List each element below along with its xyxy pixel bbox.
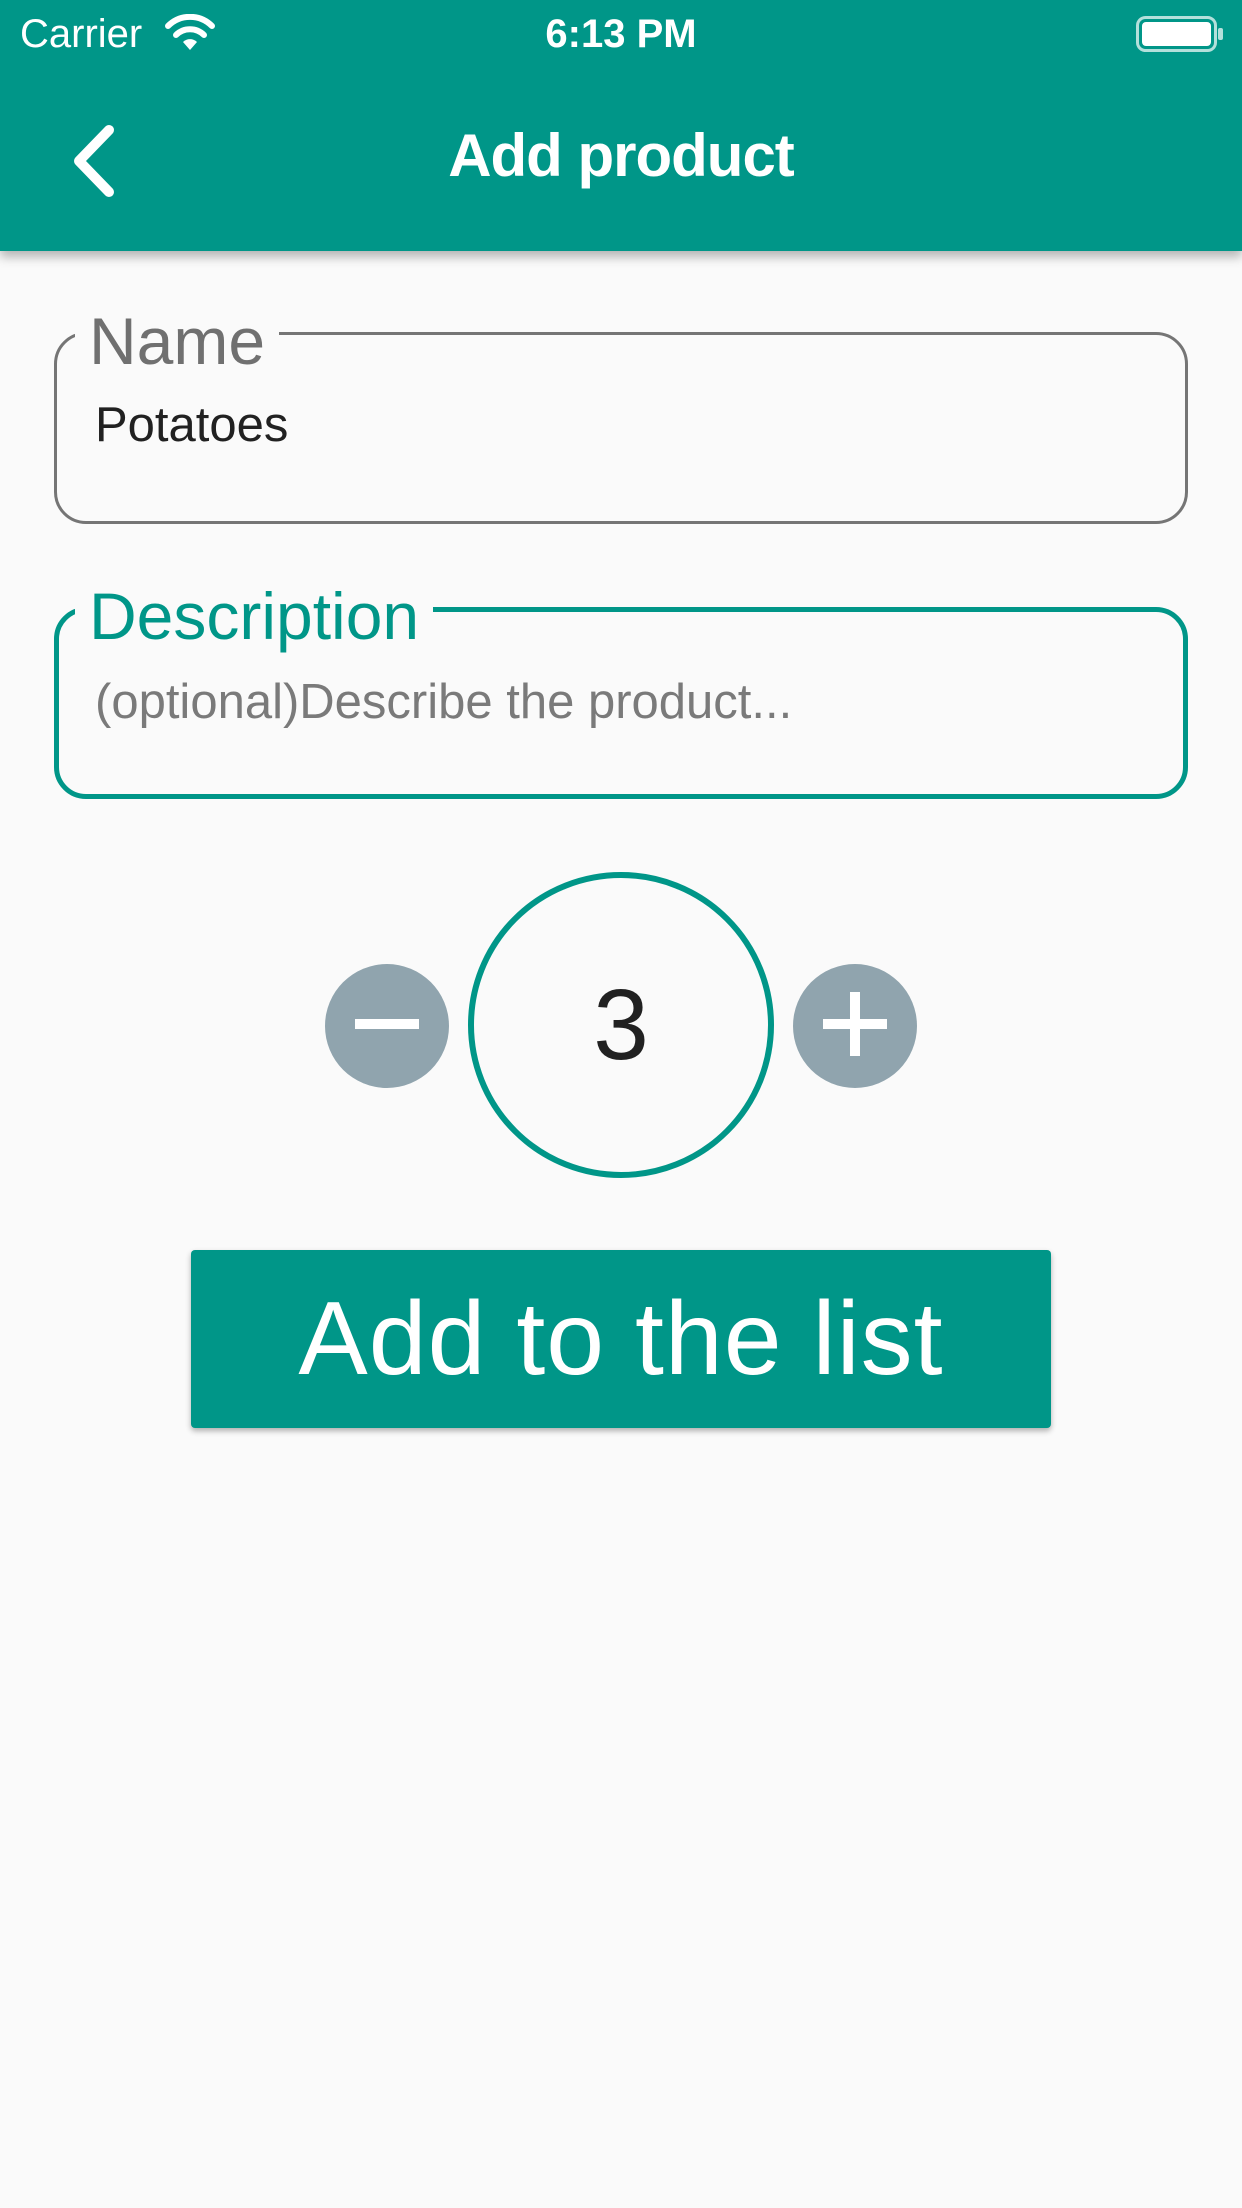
add-product-screen: Carrier 6:13 PM Add product Name Potatoe… [0,0,1242,2208]
name-field[interactable]: Name Potatoes [54,305,1188,524]
description-input[interactable] [95,672,1155,732]
battery-full-icon [1136,16,1224,52]
quantity-stepper: 3 [0,872,1242,1178]
name-field-value[interactable]: Potatoes [95,395,288,455]
status-bar: Carrier 6:13 PM [0,0,1242,66]
name-field-label: Name [75,305,280,377]
minus-icon [352,989,422,1064]
decrement-button[interactable] [325,964,449,1088]
increment-button[interactable] [793,964,917,1088]
plus-icon [820,989,890,1064]
description-field[interactable]: Description [54,580,1188,799]
add-to-list-label: Add to the list [298,1281,944,1397]
header: Carrier 6:13 PM Add product [0,0,1242,251]
description-field-label: Description [75,580,434,652]
status-time: 6:13 PM [545,12,697,56]
app-bar: Add product [0,66,1242,251]
add-to-list-button[interactable]: Add to the list [191,1250,1051,1428]
page-title: Add product [448,122,795,189]
quantity-value: 3 [593,969,649,1081]
quantity-display: 3 [468,872,774,1178]
